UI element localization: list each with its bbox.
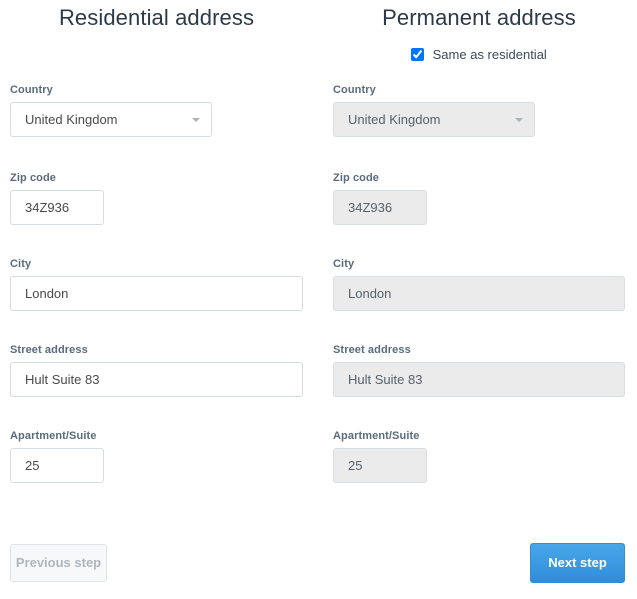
next-step-button[interactable]: Next step (530, 543, 625, 583)
permanent-country-label: Country (333, 84, 376, 96)
address-form: Residential address Country Zip code Cit… (0, 0, 637, 599)
residential-zip-field: Zip code (10, 172, 104, 225)
permanent-zip-label: Zip code (333, 172, 380, 184)
residential-apartment-label: Apartment/Suite (10, 430, 97, 442)
permanent-street-field: Street address (333, 344, 625, 397)
residential-apartment-field: Apartment/Suite (10, 430, 104, 483)
residential-country-select-wrap (10, 102, 212, 137)
residential-city-label: City (10, 258, 32, 270)
permanent-zip-input (333, 190, 427, 225)
permanent-apartment-input (333, 448, 427, 483)
permanent-country-select-wrap (333, 102, 535, 137)
permanent-country-select (333, 102, 535, 137)
same-as-residential-checkbox[interactable] (411, 48, 425, 62)
residential-apartment-input[interactable] (10, 448, 104, 483)
residential-country-select[interactable] (10, 102, 212, 137)
residential-country-field: Country (10, 84, 212, 137)
residential-street-label: Street address (10, 344, 88, 356)
permanent-apartment-field: Apartment/Suite (333, 430, 427, 483)
residential-city-field: City (10, 258, 303, 311)
same-as-residential-row: Same as residential (333, 45, 625, 67)
residential-country-label: Country (10, 84, 53, 96)
residential-zip-input[interactable] (10, 190, 104, 225)
residential-zip-label: Zip code (10, 172, 57, 184)
residential-city-input[interactable] (10, 276, 303, 311)
same-as-residential-label: Same as residential (432, 47, 547, 62)
permanent-zip-field: Zip code (333, 172, 427, 225)
previous-step-button[interactable]: Previous step (10, 544, 107, 582)
permanent-city-label: City (333, 258, 355, 270)
permanent-street-label: Street address (333, 344, 411, 356)
permanent-country-field: Country (333, 84, 535, 137)
permanent-address-title: Permanent address (382, 5, 576, 30)
residential-street-input[interactable] (10, 362, 303, 397)
permanent-city-input (333, 276, 625, 311)
permanent-address-column: Permanent address Same as residential Co… (333, 0, 625, 483)
residential-address-title: Residential address (58, 5, 255, 30)
permanent-city-field: City (333, 258, 625, 311)
permanent-street-input (333, 362, 625, 397)
residential-street-field: Street address (10, 344, 303, 397)
residential-address-column: Residential address Country Zip code Cit… (10, 0, 303, 483)
permanent-apartment-label: Apartment/Suite (333, 430, 420, 442)
